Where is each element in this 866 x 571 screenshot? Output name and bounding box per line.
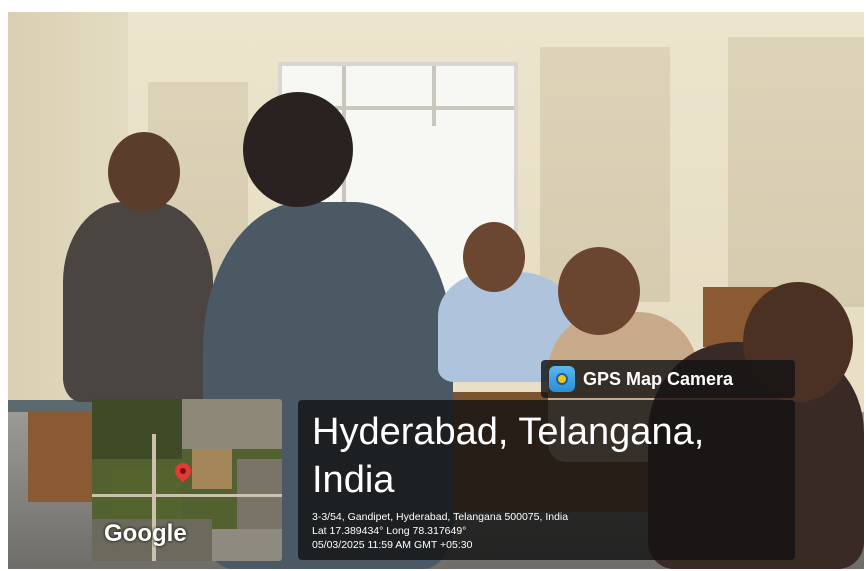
person-standing-left [63, 202, 213, 402]
location-card: Hyderabad, Telangana, India 3-3/54, Gand… [298, 400, 795, 560]
app-badge: GPS Map Camera [541, 360, 795, 398]
gps-camera-icon [549, 366, 575, 392]
person-head [463, 222, 525, 292]
address-text: 3-3/54, Gandipet, Hyderabad, Telangana 5… [312, 511, 569, 523]
datetime-text: 05/03/2025 11:59 AM GMT +05:30 [312, 539, 473, 551]
desk [28, 412, 98, 502]
person-head [243, 92, 353, 207]
google-logo: Google [104, 520, 187, 547]
wall-alcove [728, 37, 864, 307]
person-head [108, 132, 180, 212]
app-name: GPS Map Camera [583, 368, 734, 389]
location-title: Hyderabad, Telangana, India [312, 411, 705, 501]
person-head [558, 247, 640, 335]
coordinates-text: Lat 17.389434° Long 78.317649° [312, 525, 467, 537]
